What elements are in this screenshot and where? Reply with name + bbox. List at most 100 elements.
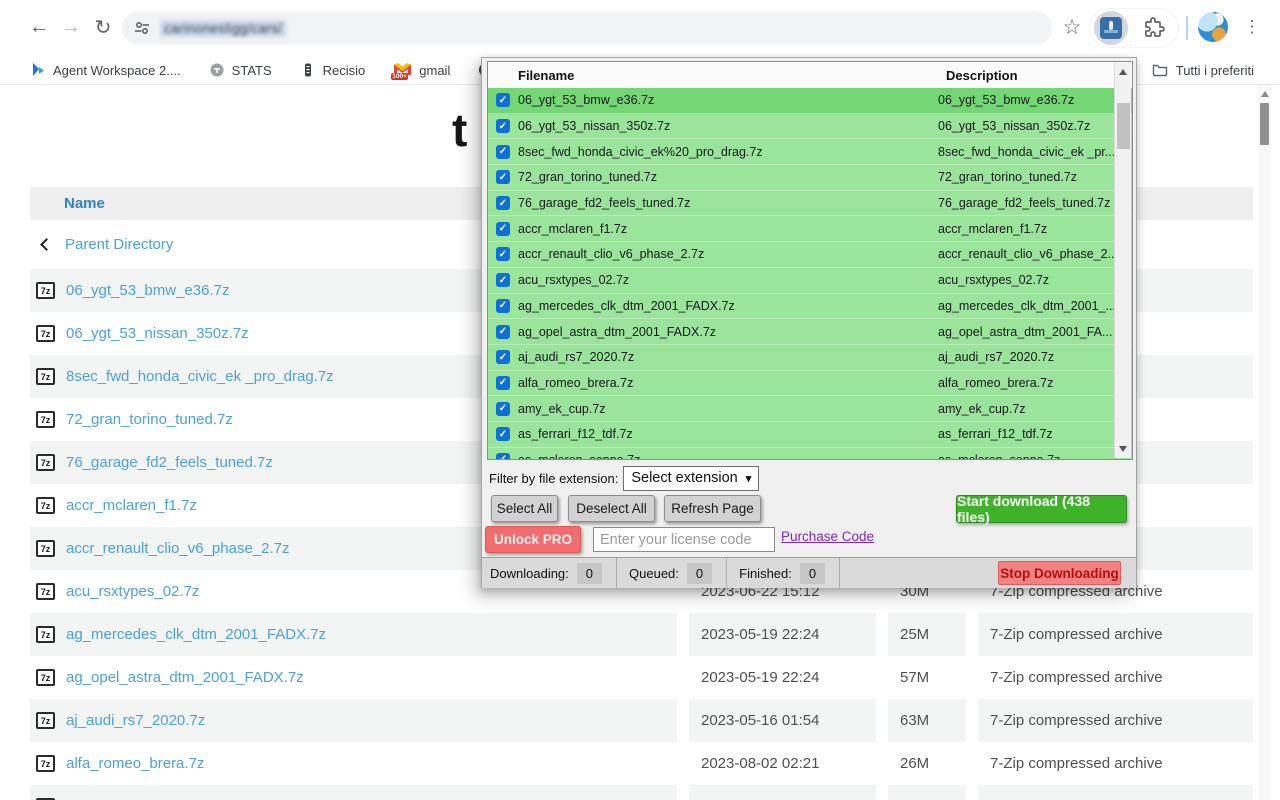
address-bar[interactable]: carinonesligg/cars/ [122, 11, 1052, 45]
bookmark-star-button[interactable]: ☆ [1058, 13, 1086, 41]
downloading-count: 0 [577, 563, 602, 584]
table-row: 7zag_mercedes_clk_dtm_2001_FADX.7z2023-0… [0, 613, 1253, 656]
tune-icon[interactable] [134, 20, 150, 36]
popup-file-row[interactable]: ✓72_gran_torino_tuned.7z72_gran_torino_t… [488, 165, 1132, 191]
back-button[interactable]: ← [24, 12, 54, 42]
popup-file-row[interactable]: ✓06_ygt_53_bmw_e36.7z06_ygt_53_bmw_e36.7… [488, 88, 1132, 114]
bookmark-stats[interactable]: STATS [209, 62, 272, 78]
file-checkbox[interactable]: ✓ [496, 93, 510, 107]
popup-file-row[interactable]: ✓ag_opel_astra_dtm_2001_FADX.7zag_opel_a… [488, 319, 1132, 345]
popup-table-scrollbar[interactable] [1114, 63, 1131, 458]
extensions-puzzle-icon[interactable] [1142, 16, 1166, 40]
purchase-code-link[interactable]: Purchase Code [781, 529, 874, 544]
file-checkbox[interactable]: ✓ [496, 222, 510, 236]
7z-file-icon: 7z [36, 454, 55, 471]
scroll-down-arrow-icon[interactable] [1119, 446, 1127, 452]
popup-file-row[interactable]: ✓alfa_romeo_brera.7zalfa_romeo_brera.7z [488, 371, 1132, 397]
select-all-button[interactable]: Select All [491, 495, 558, 522]
file-checkbox[interactable]: ✓ [496, 376, 510, 390]
popup-file-description: as_ferrari_f12_tdf.7z [938, 427, 1132, 441]
file-checkbox[interactable]: ✓ [496, 402, 510, 416]
file-link[interactable]: accr_mclaren_f1.7z [66, 497, 197, 514]
bookmark-all-favorites[interactable]: Tutti i preferiti [1152, 56, 1254, 84]
file-size-cell: 63M [888, 699, 966, 742]
file-link[interactable]: alfa_romeo_brera.7z [66, 755, 204, 772]
file-size-cell: 30M [888, 785, 966, 800]
file-description-cell: 7-Zip compressed archive [978, 742, 1253, 785]
file-checkbox[interactable]: ✓ [496, 350, 510, 364]
popup-file-row[interactable]: ✓76_garage_fd2_feels_tuned.7z76_garage_f… [488, 191, 1132, 217]
file-link[interactable]: acu_rsxtypes_02.7z [66, 583, 199, 600]
forward-button[interactable]: → [56, 12, 86, 42]
file-link[interactable]: aj_audi_rs7_2020.7z [66, 712, 205, 729]
active-extension-button[interactable] [1094, 11, 1128, 45]
license-code-input[interactable] [593, 527, 775, 552]
popup-file-row[interactable]: ✓amy_ek_cup.7zamy_ek_cup.7z [488, 396, 1132, 422]
chevron-down-icon: ▾ [746, 472, 752, 485]
extension-filter-select[interactable]: Select extension ▾ [623, 466, 759, 491]
popup-file-row[interactable]: ✓8sec_fwd_honda_civic_ek%20_pro_drag.7z8… [488, 139, 1132, 165]
name-column-header[interactable]: Name [64, 195, 105, 212]
file-checkbox[interactable]: ✓ [496, 273, 510, 287]
popup-file-row[interactable]: ✓ag_mercedes_clk_dtm_2001_FADX.7zag_merc… [488, 294, 1132, 320]
file-checkbox[interactable]: ✓ [496, 299, 510, 313]
popup-filename: accr_mclaren_f1.7z [518, 222, 938, 236]
popup-status-bar: Downloading: 0 Queued: 0 Finished: 0 Sto… [482, 557, 1136, 588]
deselect-all-button[interactable]: Deselect All [568, 495, 655, 522]
popup-file-row[interactable]: ✓as_ferrari_f12_tdf.7zas_ferrari_f12_tdf… [488, 422, 1132, 448]
popup-file-row[interactable]: ✓06_ygt_53_nissan_350z.7z06_ygt_53_nissa… [488, 114, 1132, 140]
status-separator [839, 558, 840, 589]
file-link[interactable]: accr_renault_clio_v6_phase_2.7z [66, 540, 289, 557]
popup-table-header: Filename Description [488, 62, 1132, 88]
popup-file-row[interactable]: ✓accr_renault_clio_v6_phase_2.7zaccr_ren… [488, 242, 1132, 268]
file-link[interactable]: ag_mercedes_clk_dtm_2001_FADX.7z [66, 626, 326, 643]
bookmark-recisio[interactable]: Recisio [300, 62, 366, 78]
bookmark-agent-workspace[interactable]: Agent Workspace 2.... [30, 62, 181, 78]
filter-selected-value: Select extension [631, 470, 737, 486]
stop-downloading-button[interactable]: Stop Downloading [998, 561, 1121, 585]
status-separator [616, 558, 617, 589]
page-scrollbar-thumb[interactable] [1260, 103, 1269, 145]
file-checkbox[interactable]: ✓ [496, 247, 510, 261]
file-size-cell: 26M [888, 742, 966, 785]
file-link[interactable]: 06_ygt_53_nissan_350z.7z [66, 325, 249, 342]
file-link[interactable]: 8sec_fwd_honda_civic_ek _pro_drag.7z [66, 368, 334, 385]
7z-file-icon: 7z [36, 325, 55, 342]
file-link[interactable]: ag_opel_astra_dtm_2001_FADX.7z [66, 669, 304, 686]
popup-filename: ag_mercedes_clk_dtm_2001_FADX.7z [518, 299, 938, 313]
file-checkbox[interactable]: ✓ [496, 196, 510, 210]
file-description-cell: 7-Zip compressed archive [978, 699, 1253, 742]
file-checkbox[interactable]: ✓ [496, 145, 510, 159]
popup-file-list: ✓06_ygt_53_bmw_e36.7z06_ygt_53_bmw_e36.7… [488, 88, 1132, 460]
modified-date-cell: 2023-08-02 02:21 [689, 742, 876, 785]
popup-file-description: aj_audi_rs7_2020.7z [938, 350, 1132, 364]
popup-file-row[interactable]: ✓as_mclaren_senna.7zas_mclaren_senna.7z [488, 448, 1132, 460]
browser-menu-button[interactable]: ⋮ [1240, 15, 1264, 39]
file-name-cell: 7zaj_audi_rs7_2020.7z [30, 699, 677, 742]
popup-file-row[interactable]: ✓accr_mclaren_f1.7zaccr_mclaren_f1.7z [488, 216, 1132, 242]
popup-file-row[interactable]: ✓acu_rsxtypes_02.7zacu_rsxtypes_02.7z [488, 268, 1132, 294]
page-scrollbar[interactable] [1258, 85, 1271, 800]
popup-scrollbar-thumb[interactable] [1117, 103, 1130, 149]
file-link[interactable]: 72_gran_torino_tuned.7z [66, 411, 233, 428]
file-link[interactable]: 06_ygt_53_bmw_e36.7z [66, 282, 229, 299]
scroll-up-arrow-icon[interactable] [1261, 91, 1269, 97]
file-checkbox[interactable]: ✓ [496, 119, 510, 133]
popup-file-row[interactable]: ✓aj_audi_rs7_2020.7zaj_audi_rs7_2020.7z [488, 345, 1132, 371]
file-checkbox[interactable]: ✓ [496, 453, 510, 460]
file-link[interactable]: 76_garage_fd2_feels_tuned.7z [66, 454, 273, 471]
file-checkbox[interactable]: ✓ [496, 325, 510, 339]
file-checkbox[interactable]: ✓ [496, 170, 510, 184]
refresh-page-button[interactable]: Refresh Page [664, 495, 761, 522]
url-text[interactable]: carinonesligg/cars/ [160, 20, 286, 37]
reload-button[interactable]: ↻ [88, 12, 118, 42]
start-download-button[interactable]: Start download (438 files) [956, 495, 1127, 523]
recisio-icon [300, 62, 316, 78]
scroll-up-arrow-icon[interactable] [1119, 69, 1127, 75]
unlock-pro-button[interactable]: Unlock PRO [485, 526, 581, 553]
file-checkbox[interactable]: ✓ [496, 427, 510, 441]
profile-avatar[interactable] [1198, 12, 1228, 42]
popup-file-description: 72_gran_torino_tuned.7z [938, 170, 1132, 184]
bookmark-gmail[interactable]: 100+ gmail [393, 62, 450, 78]
parent-directory-link[interactable]: Parent Directory [65, 236, 173, 253]
